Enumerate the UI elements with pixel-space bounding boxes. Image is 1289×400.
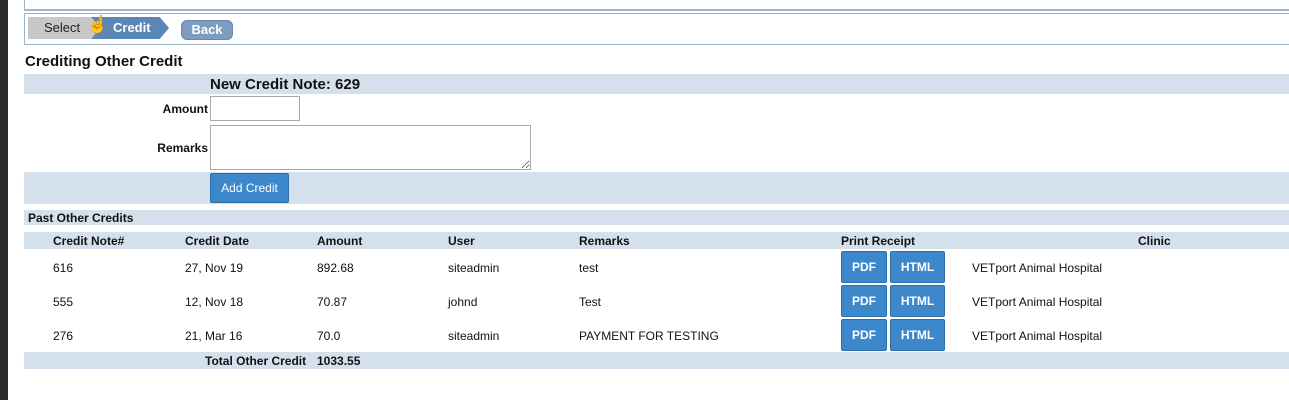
wizard-bar: Select Credit ☝ Back [24,13,1289,45]
col-credit-note: Credit Note# [53,234,125,248]
col-print-receipt: Print Receipt [841,234,916,248]
remarks-cell: Test [579,295,602,309]
amount-cell: 892.68 [317,261,354,275]
clinic-cell: VETport Animal Hospital [972,261,1103,275]
credit-note-cell: 276 [53,329,74,343]
credit-note-cell: 555 [53,295,74,309]
clinic-cell: VETport Animal Hospital [972,295,1103,309]
html-button[interactable]: HTML [890,251,945,283]
remarks-input[interactable] [210,125,531,170]
remarks-cell: PAYMENT FOR TESTING [579,329,719,343]
back-button[interactable]: Back [181,20,233,40]
past-credits-title: Past Other Credits [28,211,134,225]
window-edge [0,0,8,400]
user-cell: siteadmin [448,261,500,275]
pdf-button[interactable]: PDF [841,319,887,351]
amount-cell: 70.87 [317,295,348,309]
pdf-button[interactable]: PDF [841,285,887,317]
remarks-label: Remarks [157,141,208,155]
hand-cursor-icon: ☝ [87,15,109,34]
clinic-cell: VETport Animal Hospital [972,329,1103,343]
total-label: Total Other Credit [205,354,307,368]
col-remarks: Remarks [579,234,630,248]
user-cell: johnd [448,295,478,309]
past-credits-band [24,210,1289,225]
html-button[interactable]: HTML [890,319,945,351]
user-cell: siteadmin [448,329,500,343]
credit-note-title: New Credit Note: 629 [210,76,361,93]
add-credit-button[interactable]: Add Credit [210,173,289,203]
amount-label: Amount [162,102,208,116]
credit-date-cell: 27, Nov 19 [185,261,244,275]
page-title: Crediting Other Credit [25,53,183,70]
col-clinic: Clinic [1138,234,1171,248]
credit-note-cell: 616 [53,261,74,275]
total-value: 1033.55 [317,354,361,368]
remarks-cell: test [579,261,599,275]
credit-date-cell: 12, Nov 18 [185,295,244,309]
amount-input[interactable] [210,96,300,121]
col-user: User [448,234,475,248]
col-amount: Amount [317,234,363,248]
top-frame [24,0,1289,11]
pdf-button[interactable]: PDF [841,251,887,283]
html-button[interactable]: HTML [890,285,945,317]
amount-cell: 70.0 [317,329,341,343]
credit-date-cell: 21, Mar 16 [185,329,243,343]
col-credit-date: Credit Date [185,234,250,248]
